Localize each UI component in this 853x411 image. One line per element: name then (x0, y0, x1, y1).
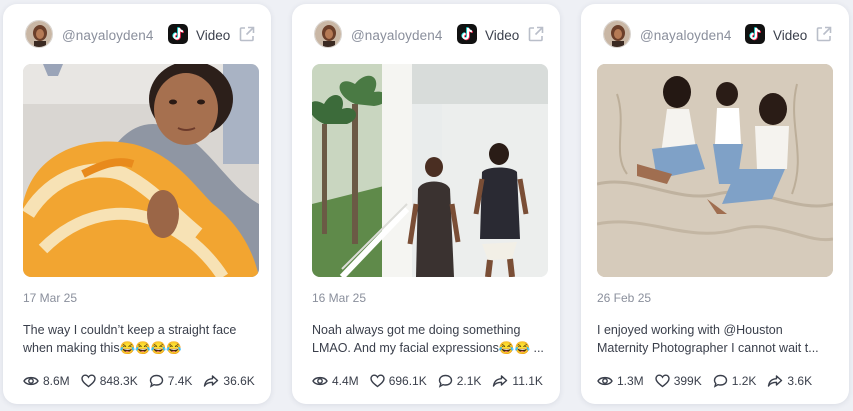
platform-label: Video (485, 28, 520, 43)
eye-icon (597, 376, 613, 386)
tiktok-icon (745, 24, 765, 44)
card-header: @nayaloyden4 Video (581, 4, 849, 66)
caption-line: when making this😂😂😂😂 (23, 341, 182, 355)
comments-count: 7.4K (167, 374, 193, 388)
external-link-icon[interactable] (238, 25, 256, 43)
heart-icon (654, 374, 670, 388)
comments-stat: 7.4K (149, 374, 193, 388)
heart-icon (80, 374, 96, 388)
post-date: 26 Feb 25 (597, 291, 652, 305)
likes-stat: 399K (654, 374, 702, 388)
card-header: @nayaloyden4 Video (3, 4, 271, 66)
engagement-stats: 8.6M 848.3K 7.4K 36.6K (23, 373, 266, 389)
eye-icon (23, 376, 39, 386)
comment-icon (713, 374, 727, 388)
engagement-stats: 1.3M 399K 1.2K 3.6K (597, 373, 823, 389)
platform-label: Video (196, 28, 231, 43)
username-handle[interactable]: @nayaloyden4 (640, 28, 731, 43)
comments-count: 2.1K (456, 374, 482, 388)
caption-line: LMAO. And my facial expressions😂😂 ... (312, 341, 544, 355)
post-card[interactable]: @nayaloyden4 Video (581, 4, 849, 404)
post-caption[interactable]: Noah always got me doing something LMAO.… (312, 321, 548, 357)
shares-stat: 36.6K (203, 374, 255, 388)
views-count: 1.3M (617, 374, 644, 388)
post-caption[interactable]: I enjoyed working with @Houston Maternit… (597, 321, 833, 357)
video-thumbnail[interactable] (597, 64, 833, 277)
views-stat: 4.4M (312, 374, 359, 388)
tiktok-icon (457, 24, 477, 44)
platform-label: Video (773, 28, 808, 43)
caption-line: I enjoyed working with @Houston (597, 323, 783, 337)
likes-stat: 848.3K (80, 374, 138, 388)
post-card[interactable]: @nayaloyden4 Video (292, 4, 560, 404)
comments-count: 1.2K (731, 374, 757, 388)
views-count: 8.6M (43, 374, 70, 388)
video-thumbnail[interactable] (312, 64, 548, 277)
views-count: 4.4M (332, 374, 359, 388)
post-date: 17 Mar 25 (23, 291, 78, 305)
shares-stat: 3.6K (767, 374, 812, 388)
views-stat: 8.6M (23, 374, 70, 388)
heart-icon (369, 374, 385, 388)
shares-stat: 11.1K (492, 374, 543, 388)
external-link-icon[interactable] (527, 25, 545, 43)
likes-stat: 696.1K (369, 374, 427, 388)
avatar[interactable] (25, 20, 53, 48)
username-handle[interactable]: @nayaloyden4 (351, 28, 442, 43)
comments-stat: 1.2K (713, 374, 757, 388)
post-date: 16 Mar 25 (312, 291, 367, 305)
comments-stat: 2.1K (438, 374, 482, 388)
shares-count: 3.6K (787, 374, 813, 388)
shares-count: 11.1K (512, 374, 543, 388)
tiktok-icon (168, 24, 188, 44)
engagement-stats: 4.4M 696.1K 2.1K 11.1K (312, 373, 554, 389)
share-icon (768, 375, 783, 387)
external-link-icon[interactable] (815, 25, 833, 43)
comment-icon (438, 374, 452, 388)
share-icon (493, 375, 508, 387)
post-card[interactable]: @nayaloyden4 Video (3, 4, 271, 404)
card-header: @nayaloyden4 Video (292, 4, 560, 66)
share-icon (204, 375, 219, 387)
caption-line: The way I couldn’t keep a straight face (23, 323, 237, 337)
caption-line: Maternity Photographer I cannot wait t..… (597, 341, 819, 355)
caption-line: Noah always got me doing something (312, 323, 521, 337)
likes-count: 696.1K (388, 374, 427, 388)
video-thumbnail[interactable] (23, 64, 259, 277)
shares-count: 36.6K (223, 374, 255, 388)
eye-icon (312, 376, 328, 386)
avatar[interactable] (314, 20, 342, 48)
avatar[interactable] (603, 20, 631, 48)
likes-count: 399K (673, 374, 702, 388)
views-stat: 1.3M (597, 374, 644, 388)
likes-count: 848.3K (99, 374, 138, 388)
comment-icon (149, 374, 163, 388)
post-caption[interactable]: The way I couldn’t keep a straight face … (23, 321, 259, 357)
username-handle[interactable]: @nayaloyden4 (62, 28, 153, 43)
